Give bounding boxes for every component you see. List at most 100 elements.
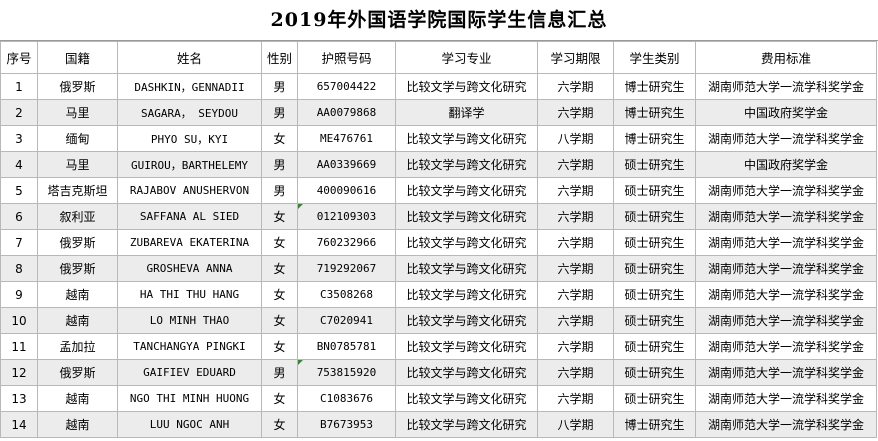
cell-duration[interactable]: 六学期 bbox=[537, 151, 614, 178]
col-header-passport[interactable]: 护照号码 bbox=[297, 41, 396, 74]
col-header-name[interactable]: 姓名 bbox=[117, 41, 262, 74]
cell-major[interactable]: 比较文学与跨文化研究 bbox=[395, 151, 538, 178]
cell-duration[interactable]: 八学期 bbox=[537, 411, 614, 438]
cell-nationality[interactable]: 孟加拉 bbox=[37, 333, 118, 360]
cell-fee[interactable]: 湖南师范大学一流学科奖学金 bbox=[695, 281, 877, 308]
cell-nationality[interactable]: 俄罗斯 bbox=[37, 229, 118, 256]
cell-category[interactable]: 硕士研究生 bbox=[613, 255, 696, 282]
cell-index[interactable]: 12 bbox=[0, 359, 38, 386]
cell-name[interactable]: SAFFANA AL SIED bbox=[117, 203, 262, 230]
cell-fee[interactable]: 湖南师范大学一流学科奖学金 bbox=[695, 359, 877, 386]
cell-gender[interactable]: 女 bbox=[261, 385, 298, 412]
cell-duration[interactable]: 六学期 bbox=[537, 255, 614, 282]
cell-duration[interactable]: 六学期 bbox=[537, 333, 614, 360]
cell-gender[interactable]: 男 bbox=[261, 73, 298, 100]
cell-nationality[interactable]: 俄罗斯 bbox=[37, 359, 118, 386]
cell-category[interactable]: 博士研究生 bbox=[613, 411, 696, 438]
cell-name[interactable]: LO MINH THAO bbox=[117, 307, 262, 334]
cell-major[interactable]: 比较文学与跨文化研究 bbox=[395, 255, 538, 282]
col-header-category[interactable]: 学生类别 bbox=[613, 41, 696, 74]
cell-fee[interactable]: 湖南师范大学一流学科奖学金 bbox=[695, 125, 877, 152]
cell-fee[interactable]: 湖南师范大学一流学科奖学金 bbox=[695, 307, 877, 334]
cell-index[interactable]: 2 bbox=[0, 99, 38, 126]
cell-name[interactable]: RAJABOV ANUSHERVON bbox=[117, 177, 262, 204]
cell-passport[interactable]: C3508268 bbox=[297, 281, 396, 308]
cell-fee[interactable]: 湖南师范大学一流学科奖学金 bbox=[695, 385, 877, 412]
cell-name[interactable]: GAIFIEV EDUARD bbox=[117, 359, 262, 386]
cell-gender[interactable]: 男 bbox=[261, 359, 298, 386]
cell-index[interactable]: 8 bbox=[0, 255, 38, 282]
cell-nationality[interactable]: 马里 bbox=[37, 151, 118, 178]
cell-duration[interactable]: 六学期 bbox=[537, 281, 614, 308]
cell-passport[interactable]: AA0339669 bbox=[297, 151, 396, 178]
cell-name[interactable]: DASHKIN，GENNADII bbox=[117, 73, 262, 100]
cell-duration[interactable]: 六学期 bbox=[537, 359, 614, 386]
cell-major[interactable]: 比较文学与跨文化研究 bbox=[395, 411, 538, 438]
cell-major[interactable]: 比较文学与跨文化研究 bbox=[395, 281, 538, 308]
cell-gender[interactable]: 女 bbox=[261, 333, 298, 360]
cell-major[interactable]: 比较文学与跨文化研究 bbox=[395, 307, 538, 334]
cell-major[interactable]: 比较文学与跨文化研究 bbox=[395, 359, 538, 386]
cell-category[interactable]: 硕士研究生 bbox=[613, 307, 696, 334]
col-header-major[interactable]: 学习专业 bbox=[395, 41, 538, 74]
cell-passport[interactable]: C1083676 bbox=[297, 385, 396, 412]
cell-name[interactable]: GROSHEVA ANNA bbox=[117, 255, 262, 282]
cell-category[interactable]: 博士研究生 bbox=[613, 99, 696, 126]
cell-index[interactable]: 1 bbox=[0, 73, 38, 100]
cell-duration[interactable]: 六学期 bbox=[537, 99, 614, 126]
cell-major[interactable]: 比较文学与跨文化研究 bbox=[395, 125, 538, 152]
cell-index[interactable]: 9 bbox=[0, 281, 38, 308]
cell-major[interactable]: 比较文学与跨文化研究 bbox=[395, 385, 538, 412]
cell-index[interactable]: 4 bbox=[0, 151, 38, 178]
cell-duration[interactable]: 八学期 bbox=[537, 125, 614, 152]
cell-fee[interactable]: 湖南师范大学一流学科奖学金 bbox=[695, 333, 877, 360]
cell-passport[interactable]: AA0079868 bbox=[297, 99, 396, 126]
cell-category[interactable]: 博士研究生 bbox=[613, 73, 696, 100]
cell-gender[interactable]: 女 bbox=[261, 411, 298, 438]
cell-name[interactable]: SAGARA， SEYDOU bbox=[117, 99, 262, 126]
cell-passport[interactable]: 760232966 bbox=[297, 229, 396, 256]
cell-name[interactable]: GUIROU，BARTHELEMY bbox=[117, 151, 262, 178]
cell-fee[interactable]: 湖南师范大学一流学科奖学金 bbox=[695, 411, 877, 438]
cell-major[interactable]: 比较文学与跨文化研究 bbox=[395, 177, 538, 204]
col-header-fee[interactable]: 费用标准 bbox=[695, 41, 877, 74]
cell-passport[interactable]: ME476761 bbox=[297, 125, 396, 152]
cell-category[interactable]: 博士研究生 bbox=[613, 125, 696, 152]
cell-nationality[interactable]: 缅甸 bbox=[37, 125, 118, 152]
cell-category[interactable]: 硕士研究生 bbox=[613, 359, 696, 386]
cell-fee[interactable]: 湖南师范大学一流学科奖学金 bbox=[695, 73, 877, 100]
cell-name[interactable]: ZUBAREVA EKATERINA bbox=[117, 229, 262, 256]
cell-nationality[interactable]: 叙利亚 bbox=[37, 203, 118, 230]
cell-duration[interactable]: 六学期 bbox=[537, 177, 614, 204]
cell-index[interactable]: 13 bbox=[0, 385, 38, 412]
cell-name[interactable]: LUU NGOC ANH bbox=[117, 411, 262, 438]
cell-major[interactable]: 比较文学与跨文化研究 bbox=[395, 203, 538, 230]
cell-major[interactable]: 比较文学与跨文化研究 bbox=[395, 333, 538, 360]
cell-passport[interactable]: 753815920 bbox=[297, 359, 396, 386]
cell-category[interactable]: 硕士研究生 bbox=[613, 177, 696, 204]
cell-passport[interactable]: B7673953 bbox=[297, 411, 396, 438]
cell-name[interactable]: TANCHANGYA PINGKI bbox=[117, 333, 262, 360]
cell-index[interactable]: 6 bbox=[0, 203, 38, 230]
cell-name[interactable]: NGO THI MINH HUONG bbox=[117, 385, 262, 412]
col-header-index[interactable]: 序号 bbox=[0, 41, 38, 74]
cell-fee[interactable]: 湖南师范大学一流学科奖学金 bbox=[695, 203, 877, 230]
col-header-gender[interactable]: 性别 bbox=[261, 41, 298, 74]
cell-name[interactable]: HA THI THU HANG bbox=[117, 281, 262, 308]
cell-gender[interactable]: 男 bbox=[261, 151, 298, 178]
cell-passport[interactable]: BN0785781 bbox=[297, 333, 396, 360]
cell-nationality[interactable]: 俄罗斯 bbox=[37, 73, 118, 100]
cell-major[interactable]: 比较文学与跨文化研究 bbox=[395, 229, 538, 256]
cell-duration[interactable]: 六学期 bbox=[537, 229, 614, 256]
cell-name[interactable]: PHYO SU，KYI bbox=[117, 125, 262, 152]
cell-category[interactable]: 硕士研究生 bbox=[613, 385, 696, 412]
cell-duration[interactable]: 六学期 bbox=[537, 307, 614, 334]
cell-category[interactable]: 硕士研究生 bbox=[613, 151, 696, 178]
cell-nationality[interactable]: 越南 bbox=[37, 411, 118, 438]
cell-gender[interactable]: 女 bbox=[261, 203, 298, 230]
cell-fee[interactable]: 中国政府奖学金 bbox=[695, 151, 877, 178]
cell-fee[interactable]: 湖南师范大学一流学科奖学金 bbox=[695, 177, 877, 204]
cell-fee[interactable]: 湖南师范大学一流学科奖学金 bbox=[695, 229, 877, 256]
cell-index[interactable]: 3 bbox=[0, 125, 38, 152]
cell-gender[interactable]: 女 bbox=[261, 307, 298, 334]
